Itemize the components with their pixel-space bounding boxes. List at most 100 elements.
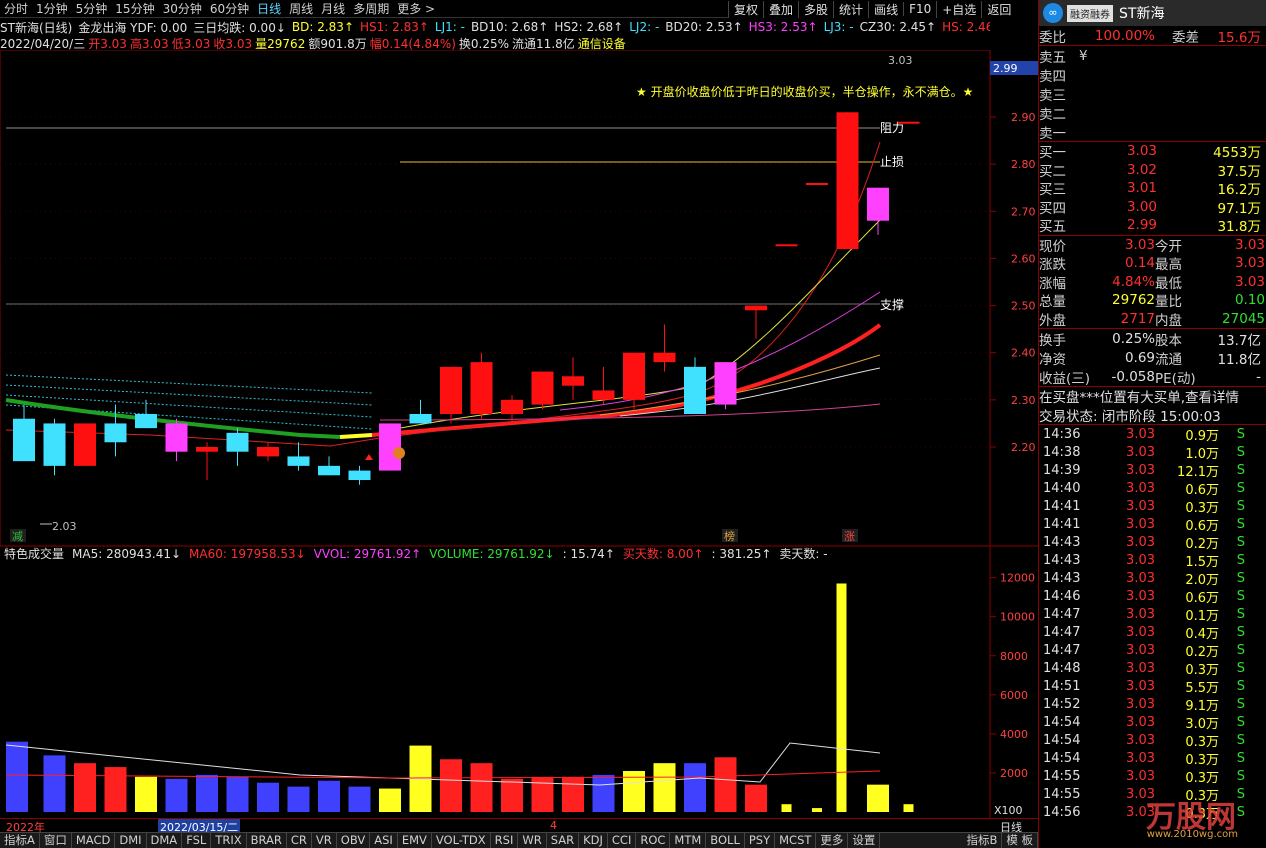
indicator-tab-23[interactable]: MCST: [775, 833, 817, 848]
tick-row: 14:40 3.03 0.6万 S: [1039, 479, 1266, 498]
period-tab-9[interactable]: 多周期: [349, 0, 393, 17]
period-tab-10[interactable]: 更多 >: [393, 0, 439, 17]
tick-price: 3.03: [1126, 768, 1155, 784]
buy-qty-3: 97.1万: [1217, 200, 1261, 217]
indicator-tab-9[interactable]: VR: [312, 833, 337, 848]
indicator-tab-5[interactable]: FSL: [182, 833, 212, 848]
buy-qty-1: 37.5万: [1217, 163, 1261, 180]
tick-side: S: [1236, 696, 1245, 712]
indicator-tab-21[interactable]: BOLL: [706, 833, 745, 848]
candle-body-11: [348, 470, 371, 480]
tick-volume: 0.6万: [1185, 590, 1219, 606]
tick-side: S: [1236, 498, 1245, 514]
tag-jian: 减: [12, 530, 23, 543]
func-button-3[interactable]: 统计: [833, 0, 868, 18]
func-button-4[interactable]: 画线: [868, 0, 903, 18]
period-tab-7[interactable]: 周线: [285, 0, 317, 17]
func-button-5[interactable]: F10: [903, 2, 936, 16]
period-tab-6[interactable]: 日线: [253, 0, 285, 17]
tick-volume: 0.6万: [1185, 482, 1219, 498]
func-button-1[interactable]: 叠加: [763, 0, 798, 18]
indicator-tab-14[interactable]: RSI: [491, 833, 519, 848]
quote-label2-1: 最高: [1155, 257, 1182, 274]
notice-row[interactable]: 在买盘***位置有大买单,查看详情: [1039, 386, 1266, 406]
indicator-tab-0[interactable]: 指标A: [0, 833, 40, 848]
weicha-label: 委差: [1172, 29, 1199, 46]
indicator-tab-20[interactable]: MTM: [670, 833, 707, 848]
indicator-value-10: HS3: 2.53↑: [748, 20, 818, 34]
sell-value-0: ¥: [1079, 47, 1088, 64]
tick-time: 14:43: [1043, 534, 1081, 550]
tick-row: 14:39 3.03 12.1万 S: [1039, 461, 1266, 480]
tick-time: 14:41: [1043, 516, 1081, 532]
volume-bar-3: [104, 767, 127, 812]
current-price-label: 2.99: [993, 62, 1018, 75]
indicator-tab-19[interactable]: ROC: [636, 833, 671, 848]
status-row: 交易状态: 闭市阶段 15:00:03: [1039, 405, 1266, 425]
label-stop: 止损: [880, 155, 904, 169]
indicator-tab-8[interactable]: CR: [287, 833, 312, 848]
indicator-tab-2[interactable]: MACD: [72, 833, 116, 848]
ma-yellow-seg: [339, 433, 373, 439]
tick-side: S: [1236, 480, 1245, 496]
volume-value-3: VVOL: 29761.92↑: [314, 547, 422, 561]
indicator-tab-18[interactable]: CCI: [608, 833, 637, 848]
fund-label2-1: 流通: [1155, 351, 1182, 368]
quote-value-0: 3.03: [1124, 236, 1155, 253]
indicator-tab-24[interactable]: 更多: [816, 833, 849, 848]
tick-time: 14:36: [1043, 426, 1081, 442]
tick-price: 3.03: [1126, 534, 1155, 550]
tick-side: S: [1236, 714, 1245, 730]
indicator-tab-right-0[interactable]: 指标B: [962, 833, 1003, 848]
quote-field-4: 收3.03: [213, 36, 253, 51]
tick-time: 14:47: [1043, 624, 1081, 640]
tick-price: 3.03: [1126, 750, 1155, 766]
indicator-tab-11[interactable]: ASI: [370, 833, 398, 848]
quote-value2-4: 27045: [1222, 310, 1265, 327]
quote-row-0: 现价 3.03 今开 3.03: [1039, 236, 1266, 255]
indicator-tab-10[interactable]: OBV: [337, 833, 371, 848]
period-tab-3[interactable]: 15分钟: [111, 0, 158, 17]
fund-value-2: -0.058: [1111, 368, 1155, 385]
func-button-6[interactable]: +自选: [936, 0, 981, 18]
indicator-tab-7[interactable]: BRAR: [247, 833, 287, 848]
tick-price: 3.03: [1126, 714, 1155, 730]
quote-value-3: 29762: [1112, 292, 1155, 309]
fund-label-2: 收益(三): [1039, 370, 1091, 387]
candle-body-25: [775, 244, 798, 247]
indicator-tab-13[interactable]: VOL-TDX: [432, 833, 491, 848]
indicator-tab-15[interactable]: WR: [518, 833, 547, 848]
period-tab-2[interactable]: 5分钟: [72, 0, 112, 17]
tick-side: S: [1236, 750, 1245, 766]
price-tick-label-2: 2.70: [1011, 205, 1036, 218]
indicator-tab-12[interactable]: EMV: [398, 833, 432, 848]
indicator-tab-1[interactable]: 窗口: [40, 833, 72, 848]
volume-value-8: 卖天数: -: [779, 546, 827, 561]
buy-row-0: 买一 3.03 4553万: [1039, 142, 1266, 161]
indicator-tab-17[interactable]: KDJ: [579, 833, 608, 848]
period-tab-1[interactable]: 1分钟: [32, 0, 72, 17]
price-tick-label-3: 2.60: [1011, 252, 1036, 265]
buy-price-2: 3.01: [1126, 180, 1157, 197]
strategy-annotation: ★ 开盘价收盘价低于昨日的收盘价买，半仓操作，永不满仓。★: [636, 84, 973, 99]
period-tab-8[interactable]: 月线: [317, 0, 349, 17]
volume-bar-7: [226, 776, 249, 812]
indicator-tab-4[interactable]: DMA: [147, 833, 183, 848]
period-tab-5[interactable]: 60分钟: [206, 0, 253, 17]
indicator-tab-3[interactable]: DMI: [115, 833, 147, 848]
tick-volume: 0.3万: [1185, 662, 1219, 678]
period-tab-4[interactable]: 30分钟: [159, 0, 206, 17]
indicator-tab-25[interactable]: 设置: [848, 833, 881, 848]
indicator-tab-right-1[interactable]: 模 板: [1002, 833, 1038, 848]
func-button-2[interactable]: 多股: [798, 0, 833, 18]
candle-body-14: [440, 366, 462, 414]
func-button-0[interactable]: 复权: [728, 0, 763, 18]
candle-body-10: [318, 465, 340, 476]
func-button-7[interactable]: 返回: [981, 0, 1016, 18]
indicator-tab-22[interactable]: PSY: [745, 833, 776, 848]
fund-value2-1: 11.8亿: [1217, 351, 1261, 368]
kline-chart[interactable]: 2.902.802.702.602.502.402.302.202.99阻力止损…: [0, 50, 1038, 818]
indicator-tab-6[interactable]: TRIX: [211, 833, 247, 848]
period-tab-0[interactable]: 分时: [0, 0, 32, 17]
indicator-tab-16[interactable]: SAR: [547, 833, 580, 848]
